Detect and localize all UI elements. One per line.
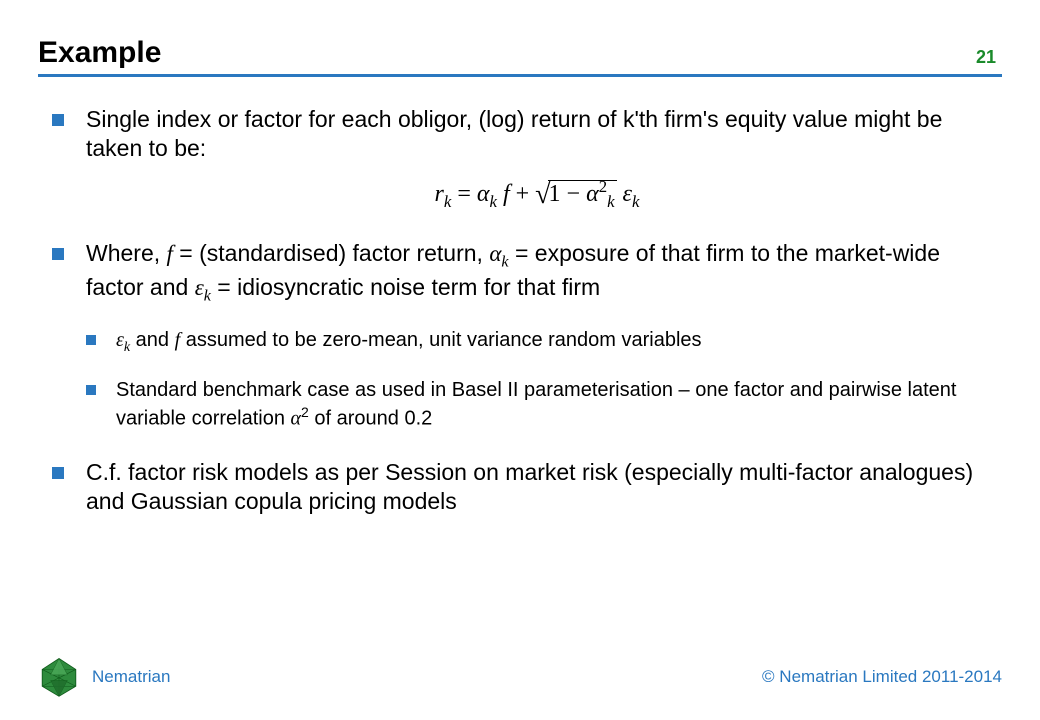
footer-copyright: © Nematrian Limited 2011-2014 [762,667,1002,687]
eq-sup2: 2 [599,177,607,196]
sub-bullet-list: εk and f assumed to be zero-mean, unit v… [86,327,988,432]
sym-eps: ε [195,275,204,300]
slide-content: Single index or factor for each obligor,… [52,105,988,543]
bullet-item: Where, f = (standardised) factor return,… [52,239,988,432]
eq-one-minus: 1 − [549,181,587,207]
sub-bullet-item: εk and f assumed to be zero-mean, unit v… [86,327,988,357]
bullet-item: Single index or factor for each obligor,… [52,105,988,213]
sym-alpha: α [489,241,501,266]
eq-sub-k2: k [489,192,496,211]
eq-r: r [435,181,444,207]
eq-plus: + [516,181,536,207]
slide-footer: Nematrian © Nematrian Limited 2011-2014 [38,656,1002,698]
eq-alpha: α [477,181,490,207]
sub-text-rest: assumed to be zero-mean, unit variance r… [180,329,701,351]
sym-sup2: 2 [301,404,309,420]
eq-sub-k4: k [632,192,639,211]
eq-sub-k3: k [607,192,614,211]
bullet-text-mid3: = idiosyncratic noise term for that firm [211,274,600,300]
sym-alpha2: α [291,408,302,430]
sym-eps2: ε [116,329,124,351]
bullet-text-pre: Where, [86,240,167,266]
slide-header: Example 21 [38,36,1002,77]
eq-eps: ε [617,181,632,207]
sub-text-mid: and [130,329,174,351]
eq-sqrt: √1 − α2k [535,176,616,213]
logo-icon [38,656,80,698]
bullet-item: C.f. factor risk models as per Session o… [52,458,988,517]
bullet-list: Single index or factor for each obligor,… [52,105,988,517]
slide-title: Example [38,36,161,70]
bullet-text: Single index or factor for each obligor,… [86,106,942,161]
eq-equals: = [451,181,477,207]
sym-sub-k2: k [204,287,211,304]
equation: rk = αk f + √1 − α2k εk [86,176,988,213]
sym-sub-k: k [501,253,508,270]
slide: Example 21 Single index or factor for ea… [0,0,1040,720]
bullet-text-mid: = (standardised) factor return, [173,240,489,266]
eq-f: f [497,181,516,207]
page-number: 21 [976,47,1002,70]
eq-alpha2: α [586,181,599,207]
sub-text-rest2: of around 0.2 [309,408,432,430]
footer-left: Nematrian [38,656,170,698]
sub-bullet-item: Standard benchmark case as used in Basel… [86,377,988,432]
footer-brand: Nematrian [92,667,170,687]
bullet-text: C.f. factor risk models as per Session o… [86,459,973,514]
sub-text-pre: Standard benchmark case as used in Basel… [116,379,956,430]
